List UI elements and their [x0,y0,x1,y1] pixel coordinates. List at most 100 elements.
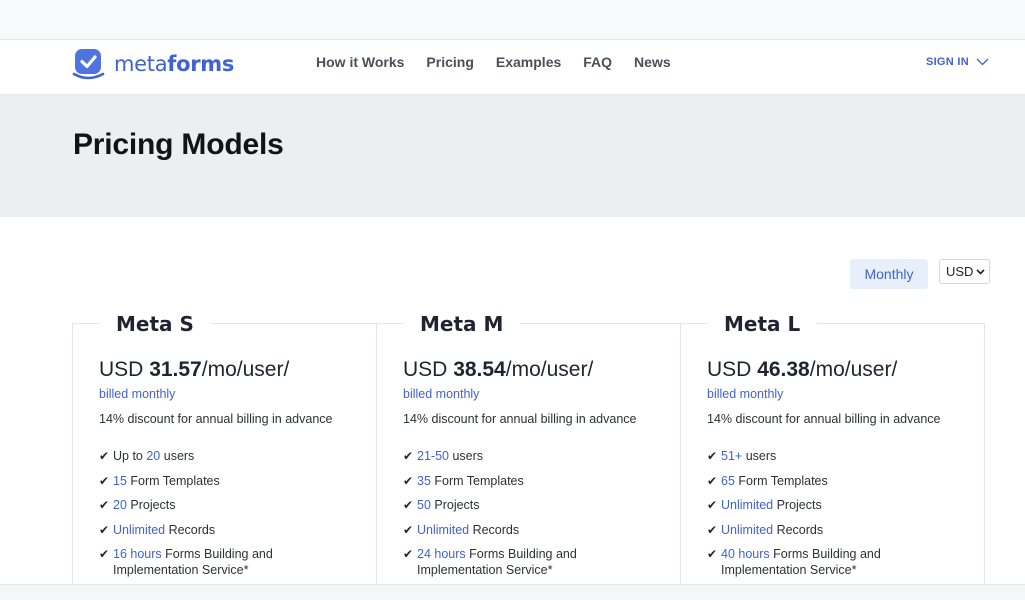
bottom-strip [0,584,1025,600]
checkmark-icon: ✔ [99,522,110,537]
checkmark-icon: ✔ [707,473,718,488]
feature-highlight: 24 hours [417,547,466,562]
feature-highlight: 15 [113,473,127,488]
logo[interactable]: metaforms [72,47,234,81]
feature-item: ✔ 20 Projects [99,497,349,513]
plan-name: Meta S [99,312,211,336]
feature-highlight: 20 [146,449,161,463]
checkmark-icon: ✔ [99,449,110,463]
nav-link-faq[interactable]: FAQ [583,54,612,70]
pricing-cards: Meta S USD 31.57/mo/user/ billed monthly… [72,312,985,587]
checkmark-icon: ✔ [403,473,414,488]
feature-item: ✔ Unlimited Records [403,522,653,538]
feature-item: ✔ 51+ users [707,448,957,464]
plan-price: USD 38.54/mo/user/ [403,358,593,382]
feature-highlight: 16 hours [113,547,162,562]
checkmark-icon: ✔ [99,473,110,488]
feature-item: ✔ 50 Projects [403,497,653,513]
feature-highlight: Unlimited [113,522,166,537]
feature-item: ✔ Up to 20 users [99,448,349,464]
feature-suffix: Projects [773,498,822,513]
discount-note: 14% discount for annual billing in advan… [403,412,637,426]
billing-note: billed monthly [99,387,176,401]
billing-note: billed monthly [403,387,480,401]
price-unit: /mo/user/ [505,358,594,381]
sign-in-button[interactable]: SIGN IN [926,56,989,68]
feature-highlight: 40 hours [721,547,770,562]
plan-price: USD 46.38/mo/user/ [707,358,897,382]
feature-suffix: Projects [430,498,480,513]
checkmark-icon: ✔ [707,547,718,562]
feature-item: ✔ 65 Form Templates [707,473,957,489]
checkmark-icon: ✔ [403,449,414,463]
checkmark-icon: ✔ [403,522,414,537]
price-currency: USD [99,358,144,381]
main-nav: How it Works Pricing Examples FAQ News [316,54,693,70]
logo-prefix: meta [114,52,168,76]
feature-list: ✔ 21-50 users ✔ 35 Form Templates ✔ 50 Proj… [403,448,653,587]
feature-suffix: Form Templates [734,473,828,488]
feature-suffix: Records [469,522,520,537]
feature-prefix: Up to [113,449,147,463]
billing-period-toggle[interactable]: Monthly [850,259,928,289]
feature-item: ✔ Unlimited Records [99,522,349,538]
checkmark-icon: ✔ [707,522,718,537]
feature-suffix: users [742,449,777,463]
feature-suffix: Records [773,522,824,537]
page-title: Pricing Models [73,128,284,161]
checkmark-icon: ✔ [99,547,110,562]
navbar: metaforms How it Works Pricing Examples … [0,40,1025,95]
feature-suffix: Form Templates [430,473,524,488]
feature-highlight: 20 [113,498,127,513]
price-currency: USD [403,358,448,381]
billing-note: billed monthly [707,387,784,401]
feature-item: ✔ Unlimited Projects [707,497,957,513]
feature-highlight: 35 [417,473,431,488]
chevron-down-icon [976,268,986,275]
discount-note: 14% discount for annual billing in advan… [99,412,333,426]
hero-banner: Pricing Models [0,95,1025,217]
discount-note: 14% discount for annual billing in advan… [707,412,941,426]
feature-suffix: users [448,449,484,463]
nav-link-how-it-works[interactable]: How it Works [316,54,404,70]
feature-highlight: Unlimited [721,498,774,513]
price-amount: 38.54 [453,358,506,381]
plan-name: Meta L [707,312,818,336]
price-amount: 46.38 [757,358,810,381]
plan-price: USD 31.57/mo/user/ [99,358,289,382]
price-unit: /mo/user/ [201,358,290,381]
currency-value: USD [946,264,974,279]
nav-link-news[interactable]: News [634,54,671,70]
price-unit: /mo/user/ [809,358,898,381]
checkmark-icon: ✔ [403,547,414,562]
price-currency: USD [707,358,752,381]
plan-name: Meta M [403,312,521,336]
check-badge-icon [72,49,105,80]
currency-select[interactable]: USD [939,259,990,284]
checkmark-icon: ✔ [707,449,718,463]
nav-link-examples[interactable]: Examples [496,54,561,70]
logo-text: metaforms [114,52,234,76]
feature-item: ✔ 35 Form Templates [403,473,653,489]
feature-item: ✔ 21-50 users [403,448,653,464]
nav-link-pricing[interactable]: Pricing [426,54,473,70]
chevron-down-icon [976,58,989,66]
feature-item: ✔ 15 Form Templates [99,473,349,489]
feature-highlight: 50 [417,498,431,513]
feature-highlight: Unlimited [417,522,470,537]
price-amount: 31.57 [149,358,202,381]
feature-highlight: Unlimited [721,522,774,537]
feature-list: ✔ 51+ users ✔ 65 Form Templates ✔ Unlimited… [707,448,957,587]
logo-suffix: forms [167,52,235,76]
feature-suffix: users [160,449,195,463]
plan-card-meta-m: Meta M USD 38.54/mo/user/ billed monthly… [376,312,680,587]
plan-card-meta-l: Meta L USD 46.38/mo/user/ billed monthly… [680,312,984,587]
feature-item: ✔ Unlimited Records [707,522,957,538]
feature-item: ✔ 40 hours Forms Building and Implementat… [707,546,957,578]
feature-highlight: 21-50 [417,449,449,463]
feature-list: ✔ Up to 20 users ✔ 15 Form Templates ✔ 20 P… [99,448,349,587]
feature-highlight: 51+ [721,449,743,463]
feature-suffix: Records [165,522,216,537]
sign-in-label: SIGN IN [925,56,969,68]
feature-suffix: Form Templates [126,473,220,488]
